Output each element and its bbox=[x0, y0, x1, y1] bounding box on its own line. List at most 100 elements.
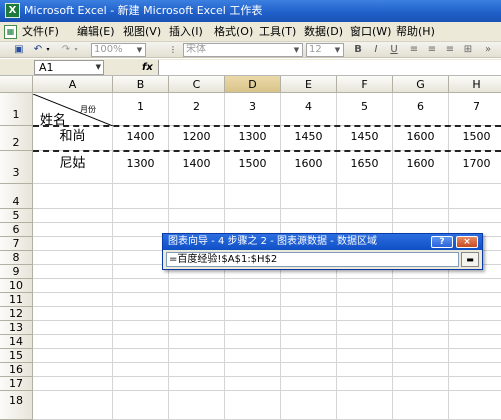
empty-cell[interactable] bbox=[169, 335, 225, 349]
toolbar-more-icon[interactable]: » bbox=[481, 43, 495, 57]
row-header[interactable]: 9 bbox=[0, 265, 33, 279]
empty-cell[interactable] bbox=[169, 377, 225, 391]
empty-cell[interactable] bbox=[393, 184, 449, 209]
menu-format[interactable]: 格式(O) bbox=[214, 22, 253, 42]
empty-cell[interactable] bbox=[393, 321, 449, 335]
menu-window[interactable]: 窗口(W) bbox=[350, 22, 391, 42]
empty-cell[interactable] bbox=[449, 363, 501, 377]
empty-cell[interactable] bbox=[337, 184, 393, 209]
empty-cell[interactable] bbox=[337, 377, 393, 391]
font-name-select[interactable]: 宋体 ▼ bbox=[183, 43, 303, 57]
empty-cell[interactable] bbox=[281, 293, 337, 307]
value-cell[interactable]: 1200 bbox=[169, 126, 225, 151]
empty-cell[interactable] bbox=[281, 377, 337, 391]
fx-icon[interactable]: fx bbox=[142, 60, 153, 75]
empty-cell[interactable] bbox=[169, 184, 225, 209]
row-header[interactable]: 5 bbox=[0, 209, 33, 223]
font-size-select[interactable]: 12 ▼ bbox=[306, 43, 344, 57]
menu-file[interactable]: 文件(F) bbox=[22, 22, 59, 42]
redo-icon[interactable]: ↷ bbox=[60, 43, 72, 57]
menu-view[interactable]: 视图(V) bbox=[123, 22, 161, 42]
empty-cell[interactable] bbox=[449, 184, 501, 209]
empty-cell[interactable] bbox=[33, 293, 113, 307]
empty-cell[interactable] bbox=[33, 251, 113, 265]
menu-edit[interactable]: 编辑(E) bbox=[77, 22, 115, 42]
align-center-icon[interactable]: ≡ bbox=[425, 43, 439, 57]
empty-cell[interactable] bbox=[225, 363, 281, 377]
zoom-select[interactable]: 100% ▼ bbox=[91, 43, 146, 57]
empty-cell[interactable] bbox=[225, 293, 281, 307]
empty-cell[interactable] bbox=[281, 363, 337, 377]
expand-dialog-icon[interactable]: ▬ bbox=[461, 252, 479, 267]
empty-cell[interactable] bbox=[33, 223, 113, 237]
empty-cell[interactable] bbox=[393, 209, 449, 223]
menu-data[interactable]: 数据(D) bbox=[304, 22, 343, 42]
row-header[interactable]: 18 bbox=[0, 391, 33, 420]
month-header-cell[interactable]: 2 bbox=[169, 93, 225, 126]
empty-cell[interactable] bbox=[337, 209, 393, 223]
empty-cell[interactable] bbox=[33, 279, 113, 293]
empty-cell[interactable] bbox=[449, 293, 501, 307]
row-header[interactable]: 14 bbox=[0, 335, 33, 349]
column-header-c[interactable]: C bbox=[169, 76, 225, 93]
toolbar-options-icon[interactable]: ⋮ bbox=[168, 43, 178, 57]
empty-cell[interactable] bbox=[281, 349, 337, 363]
menu-help[interactable]: 帮助(H) bbox=[396, 22, 435, 42]
value-cell[interactable]: 1650 bbox=[337, 151, 393, 184]
formula-input[interactable] bbox=[158, 60, 501, 75]
value-cell[interactable]: 1300 bbox=[113, 151, 169, 184]
bold-button[interactable]: B bbox=[351, 43, 365, 57]
empty-cell[interactable] bbox=[33, 237, 113, 251]
empty-cell[interactable] bbox=[337, 363, 393, 377]
empty-cell[interactable] bbox=[281, 184, 337, 209]
empty-cell[interactable] bbox=[337, 349, 393, 363]
empty-cell[interactable] bbox=[225, 321, 281, 335]
select-all-corner[interactable] bbox=[0, 76, 33, 93]
empty-cell[interactable] bbox=[33, 349, 113, 363]
empty-cell[interactable] bbox=[393, 349, 449, 363]
row-header[interactable]: 8 bbox=[0, 251, 33, 265]
empty-cell[interactable] bbox=[33, 184, 113, 209]
italic-button[interactable]: I bbox=[369, 43, 383, 57]
column-header-g[interactable]: G bbox=[393, 76, 449, 93]
month-header-cell[interactable]: 7 bbox=[449, 93, 501, 126]
empty-cell[interactable] bbox=[33, 363, 113, 377]
column-header-h[interactable]: H bbox=[449, 76, 501, 93]
row-header[interactable]: 12 bbox=[0, 307, 33, 321]
empty-cell[interactable] bbox=[113, 335, 169, 349]
empty-cell[interactable] bbox=[449, 377, 501, 391]
empty-cell[interactable] bbox=[33, 321, 113, 335]
empty-cell[interactable] bbox=[113, 279, 169, 293]
empty-cell[interactable] bbox=[33, 307, 113, 321]
empty-cell[interactable] bbox=[225, 391, 281, 420]
empty-cell[interactable] bbox=[449, 321, 501, 335]
undo-dropdown-icon[interactable]: ▾ bbox=[44, 43, 52, 57]
value-cell[interactable]: 1400 bbox=[169, 151, 225, 184]
row-header[interactable]: 15 bbox=[0, 349, 33, 363]
empty-cell[interactable] bbox=[449, 349, 501, 363]
empty-cell[interactable] bbox=[113, 293, 169, 307]
empty-cell[interactable] bbox=[225, 279, 281, 293]
empty-cell[interactable] bbox=[169, 293, 225, 307]
column-header-b[interactable]: B bbox=[113, 76, 169, 93]
empty-cell[interactable] bbox=[393, 293, 449, 307]
align-left-icon[interactable]: ≡ bbox=[407, 43, 421, 57]
menu-insert[interactable]: 插入(I) bbox=[169, 22, 203, 42]
empty-cell[interactable] bbox=[113, 209, 169, 223]
row-header[interactable]: 6 bbox=[0, 223, 33, 237]
empty-cell[interactable] bbox=[225, 349, 281, 363]
empty-cell[interactable] bbox=[225, 377, 281, 391]
empty-cell[interactable] bbox=[225, 307, 281, 321]
chevron-down-icon[interactable]: ▼ bbox=[96, 61, 101, 74]
name-cell[interactable]: 尼姑 bbox=[33, 151, 113, 184]
empty-cell[interactable] bbox=[225, 184, 281, 209]
empty-cell[interactable] bbox=[449, 279, 501, 293]
value-cell[interactable]: 1600 bbox=[393, 151, 449, 184]
empty-cell[interactable] bbox=[337, 293, 393, 307]
value-cell[interactable]: 1600 bbox=[393, 126, 449, 151]
column-header-f[interactable]: F bbox=[337, 76, 393, 93]
empty-cell[interactable] bbox=[393, 377, 449, 391]
row-header[interactable]: 16 bbox=[0, 363, 33, 377]
month-header-cell[interactable]: 5 bbox=[337, 93, 393, 126]
empty-cell[interactable] bbox=[393, 307, 449, 321]
